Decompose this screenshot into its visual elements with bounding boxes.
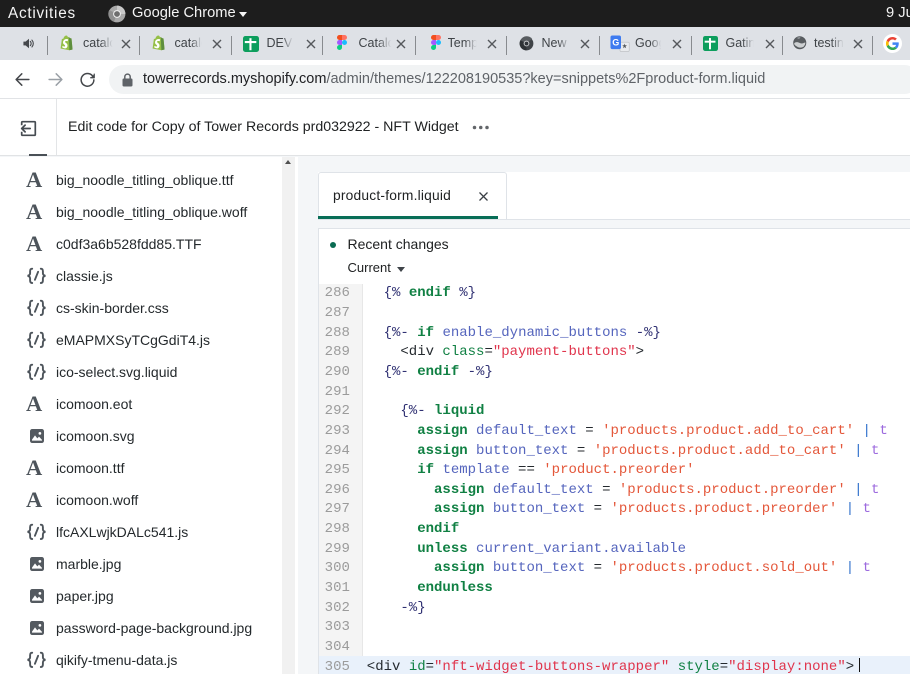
svg-text:G: G	[612, 38, 619, 48]
